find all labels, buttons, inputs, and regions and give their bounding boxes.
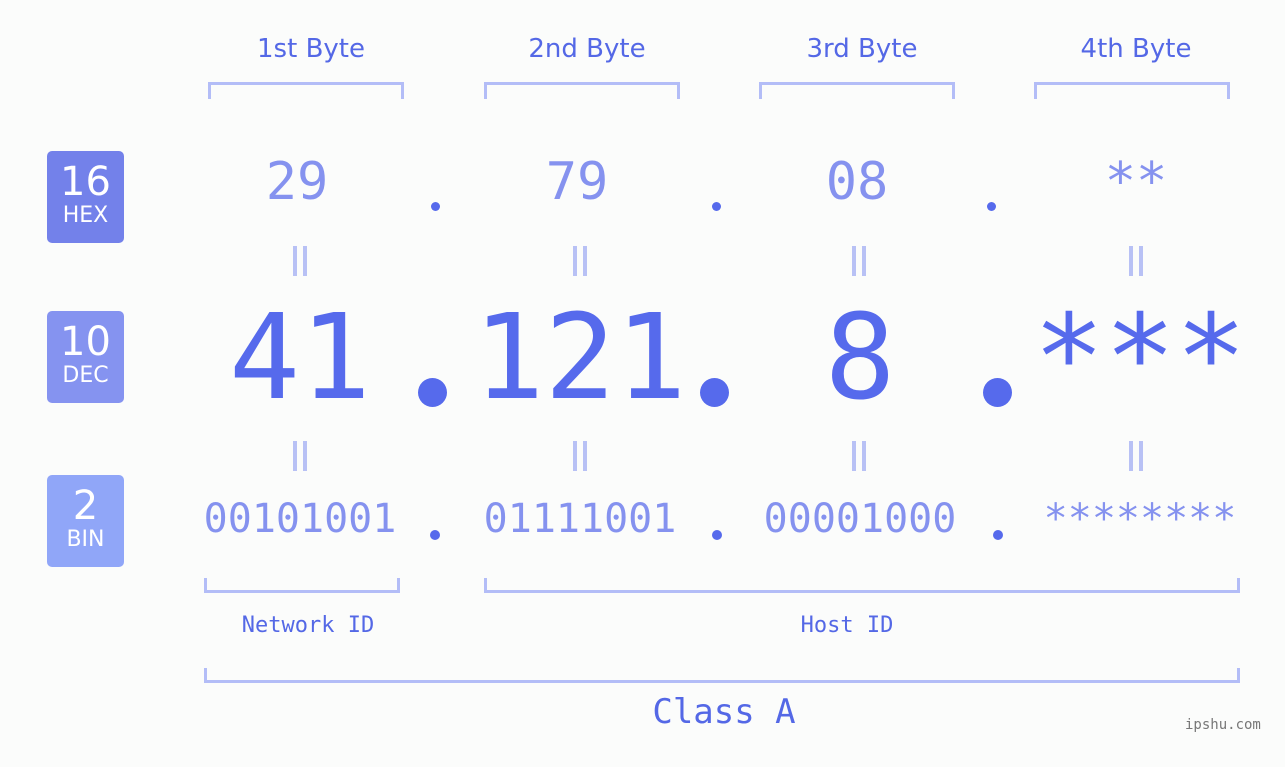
hex-badge: 16 HEX bbox=[47, 151, 124, 243]
byte-bracket-1 bbox=[208, 82, 404, 99]
dec-dot-2 bbox=[700, 378, 729, 407]
equals-icon bbox=[292, 246, 308, 276]
hex-value-4: ** bbox=[1104, 152, 1168, 212]
bin-badge-label: BIN bbox=[66, 527, 105, 552]
byte-bracket-4 bbox=[1034, 82, 1230, 99]
equals-icon bbox=[1128, 441, 1144, 471]
hex-value-1: 29 bbox=[265, 152, 329, 212]
byte-header-4: 4th Byte bbox=[1080, 34, 1192, 64]
dec-badge-label: DEC bbox=[62, 363, 109, 388]
byte-bracket-3 bbox=[759, 82, 955, 99]
hex-dot-1 bbox=[431, 202, 440, 211]
bin-value-2: 01111001 bbox=[483, 496, 677, 542]
byte-bracket-2 bbox=[484, 82, 680, 99]
host-id-bracket bbox=[484, 578, 1240, 593]
equals-icon bbox=[292, 441, 308, 471]
bin-dot-3 bbox=[993, 530, 1003, 540]
hex-value-3: 08 bbox=[825, 152, 889, 212]
bin-value-3: 00001000 bbox=[763, 496, 957, 542]
class-label: Class A bbox=[652, 692, 796, 732]
dec-value-2: 121 bbox=[473, 288, 687, 426]
hex-badge-label: HEX bbox=[62, 203, 109, 228]
dec-dot-3 bbox=[983, 378, 1012, 407]
hex-value-2: 79 bbox=[545, 152, 609, 212]
dec-badge: 10 DEC bbox=[47, 311, 124, 403]
byte-header-2: 2nd Byte bbox=[528, 34, 646, 64]
watermark: ipshu.com bbox=[1185, 717, 1261, 733]
bin-badge-base: 2 bbox=[72, 483, 99, 529]
equals-icon bbox=[572, 441, 588, 471]
hex-dot-2 bbox=[712, 202, 721, 211]
bin-dot-2 bbox=[712, 530, 722, 540]
bin-value-4: ******** bbox=[1043, 496, 1237, 542]
dec-value-3: 8 bbox=[824, 288, 896, 426]
equals-icon bbox=[851, 441, 867, 471]
equals-icon bbox=[851, 246, 867, 276]
host-id-label: Host ID bbox=[800, 613, 894, 638]
hex-badge-base: 16 bbox=[60, 159, 111, 205]
dec-value-1: 41 bbox=[228, 288, 372, 426]
byte-header-3: 3rd Byte bbox=[806, 34, 918, 64]
network-id-label: Network ID bbox=[241, 613, 375, 638]
dec-value-4: *** bbox=[1033, 288, 1247, 426]
byte-header-1: 1st Byte bbox=[257, 34, 365, 64]
class-bracket bbox=[204, 668, 1240, 683]
bin-dot-1 bbox=[430, 530, 440, 540]
bin-badge: 2 BIN bbox=[47, 475, 124, 567]
hex-dot-3 bbox=[987, 202, 996, 211]
equals-icon bbox=[1128, 246, 1144, 276]
dec-dot-1 bbox=[418, 378, 447, 407]
bin-value-1: 00101001 bbox=[203, 496, 397, 542]
network-id-bracket bbox=[204, 578, 400, 593]
dec-badge-base: 10 bbox=[60, 319, 111, 365]
equals-icon bbox=[572, 246, 588, 276]
